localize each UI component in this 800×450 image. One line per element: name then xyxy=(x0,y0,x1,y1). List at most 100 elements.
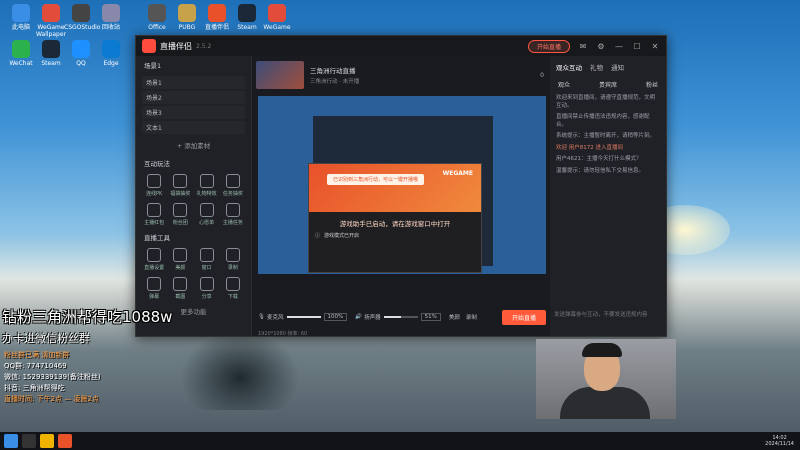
streamer-body xyxy=(560,387,650,419)
live-tool[interactable]: 美颜 xyxy=(168,248,192,271)
desktop-icon[interactable]: 直播伴侣 xyxy=(200,4,234,31)
speaker-icon[interactable]: 🔊 xyxy=(355,314,362,320)
audio-controls: 🎙 麦克风 100% 🔊 扬声器 51% 美颜 录制 开始直播 xyxy=(258,306,546,328)
app-icon xyxy=(42,40,60,58)
live-tool[interactable]: 窗口 xyxy=(195,248,219,271)
tool-icon xyxy=(173,174,188,188)
close-icon[interactable]: ✕ xyxy=(650,42,660,51)
desktop-icons: 此电脑 WeGame Wallpaper CSGOStudio 回收站 WeCh… xyxy=(0,0,140,300)
add-source-button[interactable]: + 添加素材 xyxy=(136,136,251,154)
rock-silhouette xyxy=(180,330,300,410)
desktop-icon[interactable]: Steam xyxy=(34,40,68,67)
scene-item[interactable]: 场景2 xyxy=(142,91,245,104)
desktop-icon[interactable]: PUBG xyxy=(170,4,204,31)
windows-start-icon[interactable] xyxy=(4,434,18,448)
live-tool[interactable]: 截图 xyxy=(168,277,192,300)
mic-volume-slider[interactable] xyxy=(286,316,321,318)
live-tool[interactable]: 直播设置 xyxy=(142,248,166,271)
app-icon xyxy=(72,4,90,22)
stream-cover-thumbnail[interactable] xyxy=(256,61,304,89)
desktop-icon[interactable]: Office xyxy=(140,4,174,31)
dialog-header: 已识别到三角洲行动，可以一键开播哦 WEGAME xyxy=(309,164,481,212)
interact-tool[interactable]: 任务抽奖 xyxy=(221,174,245,197)
chat-input[interactable]: 发送弹幕参与互动，不要发送违规内容 xyxy=(554,310,660,318)
desktop-icon[interactable]: Edge xyxy=(94,40,128,67)
settings-icon[interactable]: ⚙ xyxy=(596,42,606,51)
live-tool[interactable]: 分享 xyxy=(195,277,219,300)
subtab-viewers[interactable]: 观众 xyxy=(558,80,570,89)
message-icon[interactable]: ✉ xyxy=(578,42,588,51)
live-preview[interactable]: 已识别到三角洲行动，可以一键开播哦 WEGAME 游戏助手已启动，请在游戏窗口中… xyxy=(258,96,546,274)
info-line: 粉丝群已满 请加新群 xyxy=(4,351,70,359)
maximize-icon[interactable]: ☐ xyxy=(632,42,642,51)
tool-icon xyxy=(147,203,162,217)
mic-icon[interactable]: 🎙 xyxy=(258,314,265,320)
dialog-banner: 已识别到三角洲行动，可以一键开播哦 xyxy=(327,174,425,185)
live-tools-grid: 直播设置 美颜 窗口 录制 弹幕 截图 分享 下载 xyxy=(136,246,251,302)
interact-tool[interactable]: 礼物特效 xyxy=(195,174,219,197)
stream-title[interactable]: 三角洲行动直播 xyxy=(310,65,359,75)
system-clock[interactable]: 14:02 2024/11/14 xyxy=(765,435,800,447)
desktop-icon[interactable]: WeGame xyxy=(260,4,294,31)
chat-message: 用户4621：主播今天打什么模式？ xyxy=(556,156,642,162)
record-button[interactable]: 录制 xyxy=(466,313,477,321)
interact-tool[interactable]: 福袋抽奖 xyxy=(168,174,192,197)
desktop-icon[interactable]: WeGame Wallpaper xyxy=(34,4,68,38)
mic-label: 麦克风 xyxy=(266,315,284,321)
dialog-hint: 游戏模式已开启 xyxy=(324,233,360,239)
subtab-fans[interactable]: 粉丝 xyxy=(646,80,658,89)
live-tool[interactable]: 下载 xyxy=(221,277,245,300)
interact-tool[interactable]: 主播任务 xyxy=(221,203,245,226)
desktop-icon[interactable]: 回收站 xyxy=(94,4,128,31)
desktop-icon[interactable]: QQ xyxy=(64,40,98,67)
tab-notice[interactable]: 通知 xyxy=(611,62,624,72)
speaker-volume-slider[interactable] xyxy=(383,316,418,318)
desktop-icon[interactable]: WeChat xyxy=(4,40,38,67)
desktop-icon[interactable]: CSGOStudio xyxy=(64,4,100,31)
chat-message: 欢迎 用户8172 进入直播间 xyxy=(556,144,623,151)
audience-subtabs: 观众 贵宾席 粉丝 xyxy=(550,78,666,91)
app-icon xyxy=(42,4,60,22)
tab-audience[interactable]: 观众互动 xyxy=(556,62,582,72)
header-start-live-button[interactable]: 开始直播 xyxy=(527,39,570,53)
right-panel: 观众互动 礼物 通知 观众 贵宾席 粉丝 欢迎来到直播间，请遵守直播规范，文明互… xyxy=(550,56,666,336)
interact-tool[interactable]: 连线PK xyxy=(142,174,166,197)
minimize-icon[interactable]: — xyxy=(614,42,624,51)
tool-icon xyxy=(173,203,188,217)
interact-section-title: 互动玩法 xyxy=(144,160,170,168)
streamer-hair xyxy=(582,343,622,357)
resolution-info: 1920*1080 帧率: 60 xyxy=(258,331,308,337)
desktop-icon[interactable]: Steam xyxy=(230,4,264,31)
app-version: 2.5.2 xyxy=(196,42,212,50)
app-icon xyxy=(12,40,30,58)
wegame-dialog: 已识别到三角洲行动，可以一键开播哦 WEGAME 游戏助手已启动，请在游戏窗口中… xyxy=(308,163,482,273)
subtab-vip[interactable]: 贵宾席 xyxy=(599,80,617,89)
interact-tool[interactable]: 心愿单 xyxy=(195,203,219,226)
interact-tool[interactable]: 主播红包 xyxy=(142,203,166,226)
tool-icon xyxy=(147,277,162,291)
live-tool[interactable]: 弹幕 xyxy=(142,277,166,300)
start-live-button[interactable]: 开始直播 xyxy=(501,309,546,325)
file-explorer-icon[interactable] xyxy=(40,434,54,448)
scene-header[interactable]: 场景1 xyxy=(136,56,251,74)
mic-volume-value: 100% xyxy=(323,313,348,321)
search-icon[interactable] xyxy=(22,434,36,448)
tool-icon xyxy=(147,248,162,262)
live-tool[interactable]: 录制 xyxy=(221,248,245,271)
chat-message: 欢迎来到直播间，请遵守直播规范，文明互动。 xyxy=(556,95,656,109)
tab-gifts[interactable]: 礼物 xyxy=(590,62,603,72)
dialog-message: 游戏助手已启动，请在游戏窗口中打开 xyxy=(339,220,451,228)
scene-item[interactable]: 场景3 xyxy=(142,106,245,119)
app-icon xyxy=(238,4,256,22)
app-icon xyxy=(268,4,286,22)
interact-tool[interactable]: 粉丝团 xyxy=(168,203,192,226)
scene-item[interactable]: 场景1 xyxy=(142,76,245,89)
scene-item[interactable]: 文本1 xyxy=(142,121,245,134)
live-companion-task-icon[interactable] xyxy=(58,434,72,448)
app-logo-icon xyxy=(142,39,156,53)
info-line: 直播时间: 下午2点 — 凌晨2点 xyxy=(4,395,99,403)
overlay-headline: 钻粉三角洲帮得吃1088w xyxy=(2,308,173,326)
desktop-icon[interactable]: 此电脑 xyxy=(4,4,38,31)
info-icon: ⓘ xyxy=(315,233,321,239)
beauty-button[interactable]: 美颜 xyxy=(449,313,460,321)
